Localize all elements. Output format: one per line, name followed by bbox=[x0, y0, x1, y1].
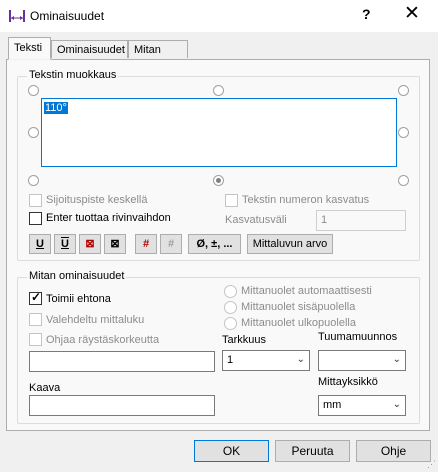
eaves-height-checkbox[interactable] bbox=[29, 333, 42, 346]
eaves-height-label: Ohjaa räystäskorkeutta bbox=[46, 334, 160, 346]
number-increment-label: Tekstin numeron kasvatus bbox=[242, 194, 370, 206]
arrows-outside-radio[interactable] bbox=[224, 317, 237, 330]
unit-select[interactable]: mm ⌄ bbox=[318, 395, 406, 416]
dimension-field-input[interactable] bbox=[29, 351, 215, 372]
close-button[interactable]: ✕ bbox=[404, 2, 420, 25]
anchor-handle-top-center[interactable] bbox=[213, 85, 224, 96]
chevron-down-icon: ⌄ bbox=[296, 354, 305, 365]
works-conditional-label: Toimii ehtona bbox=[46, 293, 111, 305]
unit-label: Mittayksikkö bbox=[318, 376, 378, 388]
dimension-app-icon bbox=[9, 10, 25, 22]
fake-dimension-checkbox[interactable] bbox=[29, 313, 42, 326]
center-insert-label: Sijoituspiste keskellä bbox=[46, 194, 148, 206]
frame-text-button[interactable]: ⊠ bbox=[79, 234, 101, 254]
anchor-handle-bottom-right[interactable] bbox=[398, 175, 409, 186]
dimension-text-area[interactable] bbox=[41, 98, 397, 167]
fake-dimension-label: Valehdeltu mittaluku bbox=[46, 314, 145, 326]
enter-newline-label: Enter tuottaa rivinvaihdon bbox=[46, 212, 171, 224]
tab-ominaisuudet[interactable]: Ominaisuudet bbox=[51, 40, 128, 58]
measure-value-button[interactable]: Mittaluvun arvo bbox=[247, 234, 333, 254]
ok-button[interactable]: OK bbox=[194, 440, 269, 462]
tab-mitan-paat[interactable]: Mitan päät bbox=[128, 40, 188, 74]
tab-label: Ominaisuudet bbox=[57, 44, 125, 56]
anchor-handle-top-left[interactable] bbox=[28, 85, 39, 96]
window-title: Ominaisuudet bbox=[30, 9, 105, 23]
dimension-text-selection: 110° bbox=[44, 102, 68, 114]
anchor-handle-bottom-center[interactable] bbox=[213, 175, 224, 186]
enter-newline-checkbox[interactable] bbox=[29, 212, 42, 225]
precision-value: 1 bbox=[227, 354, 234, 366]
superscript-button[interactable]: # bbox=[135, 234, 157, 254]
inch-conversion-select[interactable]: ⌄ bbox=[318, 350, 406, 371]
chevron-down-icon: ⌄ bbox=[392, 354, 401, 365]
arrows-inside-label: Mittanuolet sisäpuolella bbox=[241, 301, 356, 313]
resize-grip-icon[interactable]: ⋰ bbox=[427, 459, 436, 470]
formula-label: Kaava bbox=[29, 382, 61, 394]
number-increment-checkbox[interactable] bbox=[225, 194, 238, 207]
works-conditional-checkbox[interactable] bbox=[29, 290, 42, 305]
cancel-button[interactable]: Peruuta bbox=[275, 440, 350, 462]
inch-conversion-label: Tuumamuunnos bbox=[318, 331, 398, 343]
frame-box-button[interactable]: ⊠ bbox=[104, 234, 126, 254]
increment-step-label: Kasvatusväli bbox=[225, 214, 287, 226]
precision-select[interactable]: 1 ⌄ bbox=[222, 350, 310, 371]
precision-label: Tarkkuus bbox=[222, 334, 267, 346]
subscript-button[interactable]: # bbox=[160, 234, 182, 254]
text-edit-group-title: Tekstin muokkaus bbox=[27, 69, 119, 81]
increment-step-value: 1 bbox=[321, 214, 328, 226]
overline-underline-button[interactable]: U bbox=[54, 234, 76, 254]
underline-button[interactable]: U bbox=[29, 234, 51, 254]
center-insert-checkbox[interactable] bbox=[29, 194, 42, 207]
anchor-handle-middle-left[interactable] bbox=[28, 127, 39, 138]
arrows-inside-radio[interactable] bbox=[224, 301, 237, 314]
help-title-button[interactable]: ? bbox=[362, 6, 371, 22]
tab-label: Teksti bbox=[14, 42, 43, 54]
anchor-handle-bottom-left[interactable] bbox=[28, 175, 39, 186]
chevron-down-icon: ⌄ bbox=[392, 399, 401, 410]
tab-teksti[interactable]: Teksti bbox=[8, 37, 51, 60]
arrows-outside-label: Mittanuolet ulkopuolella bbox=[241, 317, 356, 329]
arrows-auto-radio[interactable] bbox=[224, 285, 237, 298]
arrows-auto-label: Mittanuolet automaattisesti bbox=[241, 285, 372, 297]
anchor-handle-top-right[interactable] bbox=[398, 85, 409, 96]
formula-input[interactable] bbox=[29, 395, 215, 416]
increment-step-input[interactable]: 1 bbox=[316, 210, 406, 231]
anchor-handle-middle-right[interactable] bbox=[398, 127, 409, 138]
help-button[interactable]: Ohje bbox=[356, 440, 431, 462]
special-characters-button[interactable]: Ø, ±, ... bbox=[188, 234, 241, 254]
unit-value: mm bbox=[323, 399, 342, 411]
dim-props-group-title: Mitan ominaisuudet bbox=[27, 270, 127, 282]
